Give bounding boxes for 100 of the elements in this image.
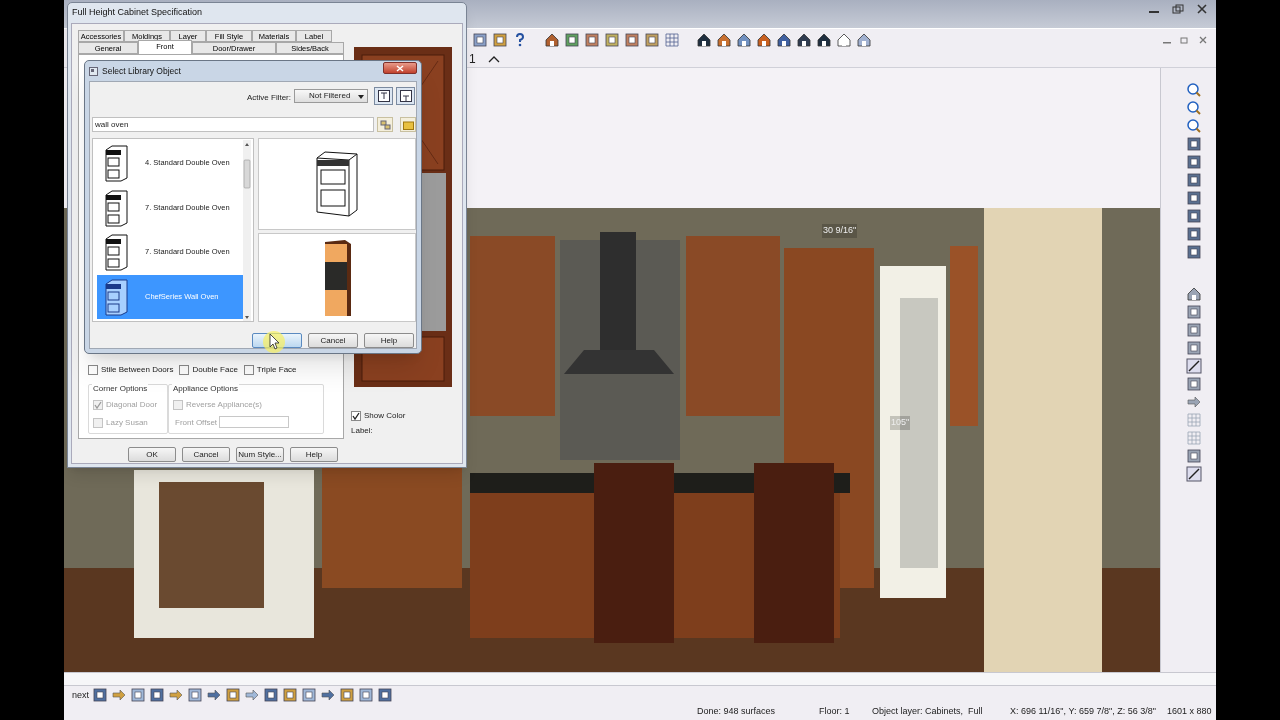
toolbar-icon[interactable]: [149, 687, 165, 703]
toolbar-icon[interactable]: [92, 687, 108, 703]
toolbar-icon[interactable]: [1186, 244, 1202, 260]
zoom-icon[interactable]: [1186, 100, 1202, 116]
house-icon[interactable]: [716, 31, 732, 48]
checkbox-label: Triple Face: [256, 364, 297, 376]
toolbar-icon[interactable]: [1186, 340, 1202, 356]
toolbar-icon[interactable]: [339, 687, 355, 703]
oven-icon[interactable]: [103, 233, 129, 271]
toolbar-icon[interactable]: [604, 31, 620, 48]
dialog-button[interactable]: Num Style...: [236, 447, 284, 462]
toolbar-icon[interactable]: [130, 687, 146, 703]
toolbar-icon[interactable]: [1186, 208, 1202, 224]
toolbar-icon[interactable]: [492, 31, 508, 48]
caret-up-icon[interactable]: [487, 54, 500, 63]
arrow-icon[interactable]: [244, 687, 260, 703]
library-button[interactable]: [377, 117, 393, 132]
house-icon[interactable]: [836, 31, 852, 48]
arrow-icon[interactable]: [206, 687, 222, 703]
floor-number: 1: [469, 50, 476, 68]
checkbox-label: Lazy Susan: [106, 417, 148, 429]
toolbar-icon[interactable]: [282, 687, 298, 703]
toolbar-icon[interactable]: [624, 31, 640, 48]
close-icon[interactable]: [1198, 35, 1208, 44]
house-icon[interactable]: [756, 31, 772, 48]
restore-icon[interactable]: [1180, 35, 1190, 44]
toolbar-icon[interactable]: [263, 687, 279, 703]
toolbar-icon[interactable]: [187, 687, 203, 703]
field-label: Active Filter:: [247, 92, 291, 104]
house-icon[interactable]: [776, 31, 792, 48]
dialog-button[interactable]: Help: [364, 333, 414, 348]
close-icon[interactable]: [1196, 4, 1208, 14]
window-icon[interactable]: [89, 66, 98, 76]
toolbar-icon[interactable]: [1186, 448, 1202, 464]
arrow-icon[interactable]: [111, 687, 127, 703]
house-icon[interactable]: [544, 31, 560, 48]
checkbox-label: Reverse Appliance(s): [186, 399, 263, 411]
house-icon[interactable]: [856, 31, 872, 48]
folder-button[interactable]: [400, 117, 416, 132]
toolbar-icon[interactable]: [584, 31, 600, 48]
view-toggle-button[interactable]: [396, 87, 415, 105]
zoom-icon[interactable]: [1186, 118, 1202, 134]
toolbar-icon[interactable]: [1186, 226, 1202, 242]
search-field[interactable]: wall oven: [92, 117, 374, 132]
checkbox[interactable]: [88, 365, 98, 375]
oven-icon[interactable]: [103, 277, 129, 316]
toolbar-icon[interactable]: [472, 31, 488, 48]
toolbar-icon[interactable]: [225, 687, 241, 703]
horizontal-scrollbar[interactable]: [64, 672, 1216, 686]
dialog-button[interactable]: Cancel: [182, 447, 230, 462]
toolbar-icon[interactable]: [1186, 190, 1202, 206]
dialog-button[interactable]: OK: [128, 447, 176, 462]
dialog-title: Select Library Object: [102, 65, 181, 78]
toolbar-icon[interactable]: [1186, 172, 1202, 188]
dialog-button[interactable]: Cancel: [308, 333, 358, 348]
dialog-button[interactable]: Help: [290, 447, 338, 462]
filter-dropdown[interactable]: Not Filtered: [294, 89, 368, 103]
toolbar-icon[interactable]: [1186, 376, 1202, 392]
arrow-icon[interactable]: [1186, 394, 1202, 410]
status-text: X: 696 11/16", Y: 659 7/8", Z: 56 3/8": [1010, 705, 1157, 719]
toolbar-icon[interactable]: [564, 31, 580, 48]
grid-icon[interactable]: [664, 31, 680, 48]
oven-icon[interactable]: [103, 188, 129, 227]
dropdown-arrow-icon[interactable]: [358, 95, 364, 99]
line-icon[interactable]: [1186, 466, 1202, 482]
house-icon[interactable]: [816, 31, 832, 48]
dialog-title: Full Height Cabinet Specification: [71, 6, 204, 19]
toolbar-icon[interactable]: [1186, 154, 1202, 170]
dimension-label: 30 9/16": [822, 224, 858, 238]
group-title: Appliance Options: [172, 383, 239, 395]
toolbar-icon[interactable]: [377, 687, 393, 703]
next-label: next: [72, 690, 89, 700]
toolbar-icon[interactable]: [644, 31, 660, 48]
checkbox[interactable]: [179, 365, 190, 375]
view-toggle-button[interactable]: [374, 87, 393, 105]
restore-icon[interactable]: [1172, 4, 1184, 14]
close-button[interactable]: [383, 62, 417, 74]
house-icon[interactable]: [696, 31, 712, 48]
arrow-icon[interactable]: [168, 687, 184, 703]
oven-drawing: [315, 150, 359, 218]
toolbar-icon[interactable]: [1186, 136, 1202, 152]
checkbox[interactable]: [351, 411, 361, 421]
toolbar-icon[interactable]: [1186, 322, 1202, 338]
zoom-icon[interactable]: [1186, 82, 1202, 98]
house-icon[interactable]: [1186, 286, 1202, 302]
field-label: Label:: [351, 425, 373, 437]
line-icon[interactable]: [1186, 358, 1202, 374]
status-text: Done: 948 surfaces: [697, 705, 777, 719]
toolbar-icon[interactable]: [301, 687, 317, 703]
house-icon[interactable]: [736, 31, 752, 48]
input-field[interactable]: [219, 416, 289, 428]
scrollbar[interactable]: [243, 140, 251, 321]
house-icon[interactable]: [796, 31, 812, 48]
arrow-icon[interactable]: [320, 687, 336, 703]
oven-icon[interactable]: [103, 144, 129, 182]
cursor-icon[interactable]: [262, 330, 286, 354]
toolbar-icon[interactable]: [358, 687, 374, 703]
group-title: Corner Options: [92, 383, 149, 395]
checkbox[interactable]: [243, 365, 254, 375]
toolbar-icon[interactable]: [1186, 304, 1202, 320]
